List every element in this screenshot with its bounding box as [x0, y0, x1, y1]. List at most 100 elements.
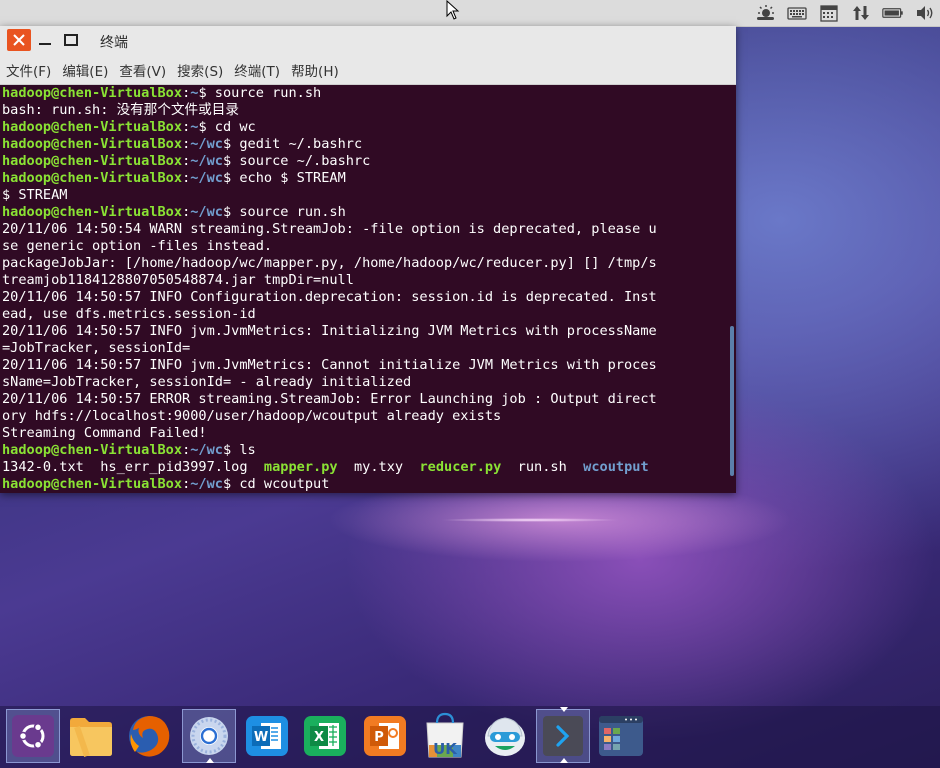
- running-indicator: [560, 758, 568, 763]
- ls-entry: 1342-0.txt: [2, 459, 84, 475]
- keyboard-icon[interactable]: [786, 3, 808, 23]
- terminal-icon: [543, 716, 583, 756]
- ls-gap: [84, 459, 100, 475]
- output-text: 20/11/06 14:50:57 INFO jvm.JvmMetrics: C…: [2, 357, 657, 373]
- terminal-output-line: $ STREAM: [2, 187, 67, 204]
- ls-entry: run.sh: [517, 459, 567, 475]
- dock-item-wps-writer[interactable]: W: [240, 709, 294, 763]
- wallpaper-glow: [440, 518, 620, 522]
- battery-icon[interactable]: [882, 3, 904, 23]
- system-tray: [754, 2, 936, 24]
- ls-entry: reducer.py: [419, 459, 502, 475]
- output-text: se generic option -files instead.: [2, 238, 273, 254]
- prompt-command: gedit ~/.bashrc: [231, 136, 363, 152]
- terminal-output-line: 20/11/06 14:50:57 INFO jvm.JvmMetrics: I…: [2, 323, 657, 340]
- terminal-output-line: 20/11/06 14:50:57 ERROR streaming.Stream…: [2, 391, 657, 408]
- terminal-prompt-line: hadoop@chen-VirtualBox:~/wc$ source run.…: [2, 204, 346, 221]
- prompt-symbol: $: [223, 204, 232, 220]
- terminal-prompt-line: hadoop@chen-VirtualBox:~$ cd wc: [2, 119, 256, 136]
- prompt-symbol: $: [223, 476, 232, 492]
- minimize-icon: [39, 43, 51, 45]
- terminal-prompt-line: hadoop@chen-VirtualBox:~/wc$ gedit ~/.ba…: [2, 136, 362, 153]
- terminal-output-line: =JobTracker, sessionId=: [2, 340, 190, 357]
- dock-item-youker-assistant[interactable]: [478, 709, 532, 763]
- window-titlebar[interactable]: 终端: [0, 26, 736, 56]
- dock-item-chromium[interactable]: [182, 709, 236, 763]
- ubuntu-logo-icon: [12, 715, 54, 757]
- terminal-output-line: packageJobJar: [/home/hadoop/wc/mapper.p…: [2, 255, 657, 272]
- dock-item-terminal[interactable]: [536, 707, 590, 763]
- dock-item-files[interactable]: [64, 709, 118, 763]
- running-indicator: [206, 758, 214, 763]
- prompt-command: ls: [231, 442, 256, 458]
- terminal-output-line: 1342-0.txt hs_err_pid3997.log mapper.py …: [2, 459, 649, 476]
- chromium-browser-icon: [190, 717, 228, 755]
- menubar: 文件(F) 编辑(E) 查看(V) 搜索(S) 终端(T) 帮助(H): [0, 56, 736, 85]
- maximize-icon: [64, 34, 78, 46]
- wps-presentation-icon: P: [364, 716, 406, 756]
- maximize-button[interactable]: [59, 29, 83, 51]
- dock-item-software-center[interactable]: UK: [418, 709, 472, 763]
- terminal-scrollbar[interactable]: [730, 326, 734, 476]
- ls-gap: [567, 459, 583, 475]
- prompt-path: ~/wc: [190, 204, 223, 220]
- wps-spreadsheets-icon: X: [304, 716, 346, 756]
- output-text: ory hdfs://localhost:9000/user/hadoop/wc…: [2, 408, 502, 424]
- prompt-symbol: $: [198, 119, 207, 135]
- firefox-icon: [129, 716, 170, 757]
- top-panel: [0, 0, 940, 27]
- svg-text:X: X: [314, 730, 324, 745]
- terminal-output-line: 20/11/06 14:50:57 INFO Configuration.dep…: [2, 289, 657, 306]
- prompt-command: source ~/.bashrc: [231, 153, 371, 169]
- output-text: bash: run.sh: 没有那个文件或目录: [2, 102, 239, 118]
- prompt-symbol: $: [223, 153, 232, 169]
- terminal-prompt-line: hadoop@chen-VirtualBox:~/wc$ cd wcoutput: [2, 476, 329, 493]
- dock-item-wps-presentation[interactable]: P: [358, 709, 412, 763]
- dock-item-workspace-switcher[interactable]: [594, 709, 648, 763]
- prompt-user: hadoop@chen-VirtualBox: [2, 476, 183, 492]
- weather-sun-icon[interactable]: [754, 3, 776, 23]
- menu-file[interactable]: 文件(F): [1, 60, 56, 80]
- output-text: 20/11/06 14:50:57 INFO Configuration.dep…: [2, 289, 657, 305]
- output-text: packageJobJar: [/home/hadoop/wc/mapper.p…: [2, 255, 657, 271]
- prompt-path: ~/wc: [190, 153, 223, 169]
- menu-search[interactable]: 搜索(S): [172, 60, 228, 80]
- prompt-path: ~/wc: [190, 170, 223, 186]
- output-text: 20/11/06 14:50:54 WARN streaming.StreamJ…: [2, 221, 657, 237]
- menu-edit[interactable]: 编辑(E): [57, 60, 113, 80]
- terminal-prompt-line: hadoop@chen-VirtualBox:~/wc$ source ~/.b…: [2, 153, 370, 170]
- output-text: $ STREAM: [2, 187, 68, 203]
- dock-item-ubuntu[interactable]: [6, 709, 60, 763]
- prompt-command: echo $ STREAM: [231, 170, 346, 186]
- prompt-symbol: $: [198, 85, 207, 101]
- output-text: treamjob1184128807050548874.jar tmpDir=n…: [2, 272, 354, 288]
- prompt-command: cd wc: [206, 119, 256, 135]
- ls-gap: [501, 459, 517, 475]
- dock-item-firefox[interactable]: [122, 709, 176, 763]
- prompt-command: source run.sh: [206, 85, 322, 101]
- ls-entry: hs_err_pid3997.log: [100, 459, 248, 475]
- menu-view[interactable]: 查看(V): [114, 60, 171, 80]
- terminal-output[interactable]: hadoop@chen-VirtualBox:~$ source run.sh b…: [0, 85, 736, 493]
- prompt-user: hadoop@chen-VirtualBox: [2, 119, 183, 135]
- prompt-path: ~/wc: [190, 476, 223, 492]
- dock-item-wps-spreadsheets[interactable]: X: [298, 709, 352, 763]
- ls-entry: mapper.py: [263, 459, 338, 475]
- prompt-user: hadoop@chen-VirtualBox: [2, 85, 183, 101]
- menu-help[interactable]: 帮助(H): [286, 60, 344, 80]
- wps-writer-icon: W: [246, 716, 288, 756]
- output-text: sName=JobTracker, sessionId= - already i…: [2, 374, 412, 390]
- network-transfer-icon[interactable]: [850, 3, 872, 23]
- terminal-window: 终端 文件(F) 编辑(E) 查看(V) 搜索(S) 终端(T) 帮助(H) h…: [0, 26, 736, 493]
- volume-icon[interactable]: [914, 3, 936, 23]
- ls-entry: wcoutput: [583, 459, 649, 475]
- menu-terminal[interactable]: 终端(T): [229, 60, 285, 80]
- close-icon: [13, 34, 25, 46]
- minimize-button[interactable]: [33, 29, 57, 51]
- close-button[interactable]: [7, 29, 31, 51]
- calendar-icon[interactable]: [818, 3, 840, 23]
- prompt-symbol: $: [223, 442, 232, 458]
- terminal-output-line: se generic option -files instead.: [2, 238, 272, 255]
- output-text: 20/11/06 14:50:57 INFO jvm.JvmMetrics: I…: [2, 323, 657, 339]
- terminal-output-line: Streaming Command Failed!: [2, 425, 207, 442]
